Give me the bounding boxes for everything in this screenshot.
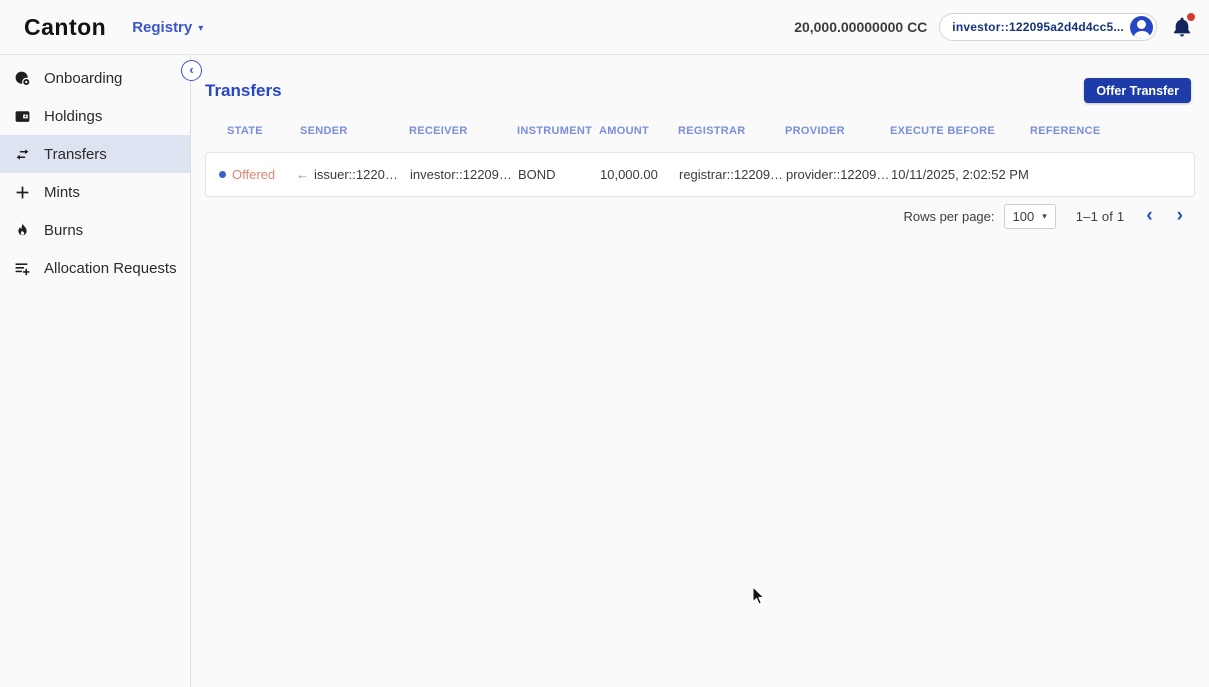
rows-per-page-label: Rows per page: [903, 208, 995, 224]
sidebar-item-burns[interactable]: Burns [0, 211, 190, 249]
cell-receiver: investor::12209… [410, 167, 512, 182]
sidebar-item-mints[interactable]: Mints [0, 173, 190, 211]
registry-label: Registry [132, 18, 193, 36]
cell-amount: 10,000.00 [600, 167, 658, 182]
sidebar-item-allocation-requests[interactable]: Allocation Requests [0, 249, 190, 287]
notification-bell-button[interactable] [1171, 13, 1195, 38]
column-header-amount: AMOUNT [599, 125, 650, 137]
cell-state: Offered [219, 167, 301, 182]
canton-logo: Canton [24, 13, 107, 40]
transfer-arrows-icon [14, 146, 31, 163]
user-party-chip[interactable]: investor::122095a2d4d4cc5... [939, 13, 1157, 41]
rows-per-page-select[interactable]: 100 ▾ [1003, 203, 1056, 229]
sidebar-label: Onboarding [44, 69, 123, 87]
chevron-down-icon: ▾ [1042, 210, 1047, 221]
sidebar-label: Holdings [44, 107, 103, 125]
page-title: Transfers [205, 81, 282, 100]
column-header-state: STATE [227, 125, 263, 137]
transfers-table-card: Offered ← issuer::1220… investor::12209…… [205, 152, 1195, 197]
main-content: Transfers Offer Transfer STATE SENDER RE… [191, 55, 1209, 687]
sender-id: issuer::1220… [314, 167, 398, 182]
sidebar-nav: Onboarding Holdings Transfers Mints Burn… [0, 55, 191, 687]
sidebar-item-transfers[interactable]: Transfers [0, 135, 190, 173]
pagination-bar: Rows per page: 100 ▾ 1–1 of 1 ‹ › [903, 201, 1185, 231]
sidebar-label: Allocation Requests [44, 259, 177, 277]
column-header-provider: PROVIDER [785, 125, 845, 137]
column-header-receiver: RECEIVER [409, 125, 468, 137]
cell-instrument: BOND [518, 167, 556, 182]
cell-registrar: registrar::12209… [679, 167, 784, 182]
user-avatar-icon [1130, 15, 1153, 39]
cell-execute-before: 10/11/2025, 2:02:52 PM [891, 167, 1029, 182]
column-header-instrument: INSTRUMENT [517, 125, 593, 137]
previous-page-button[interactable]: ‹ [1144, 206, 1154, 225]
state-label: Offered [232, 167, 276, 182]
sidebar-collapse-button[interactable]: ‹ [181, 60, 202, 81]
chevron-left-icon: ‹ [189, 62, 194, 77]
sidebar-label: Mints [44, 183, 80, 201]
list-plus-icon [14, 260, 31, 277]
rows-per-page: Rows per page: 100 ▾ [903, 203, 1056, 229]
column-header-execute-before: EXECUTE BEFORE [890, 125, 996, 137]
sidebar-item-onboarding[interactable]: Onboarding [0, 59, 190, 97]
table-row[interactable]: Offered ← issuer::1220… investor::12209…… [206, 153, 1194, 196]
sidebar-label: Transfers [44, 145, 107, 163]
offer-transfer-button[interactable]: Offer Transfer [1084, 78, 1191, 103]
sidebar-label: Burns [44, 221, 84, 239]
state-dot-icon [219, 171, 226, 178]
cell-provider: provider::12209… [786, 167, 890, 182]
cc-balance: 20,000.00000000 CC [794, 19, 928, 35]
user-party-id: investor::122095a2d4d4cc5... [952, 20, 1124, 34]
plus-icon [14, 184, 31, 201]
pagination-range: 1–1 of 1 [1075, 208, 1125, 224]
sidebar-item-holdings[interactable]: Holdings [0, 97, 190, 135]
top-bar-right: 20,000.00000000 CC investor::122095a2d4d… [794, 13, 1195, 41]
rows-per-page-value: 100 [1012, 208, 1035, 224]
flame-icon [14, 222, 31, 239]
top-bar: Canton Registry ▾ 20,000.00000000 CC inv… [0, 0, 1209, 55]
column-header-reference: REFERENCE [1030, 125, 1101, 137]
column-header-registrar: REGISTRAR [678, 125, 746, 137]
incoming-arrow-icon: ← [296, 167, 309, 182]
column-header-sender: SENDER [300, 125, 348, 137]
table-header-row: STATE SENDER RECEIVER INSTRUMENT AMOUNT … [205, 121, 1195, 141]
registry-app-selector[interactable]: Registry ▾ [132, 19, 203, 36]
wallet-icon [14, 108, 31, 125]
onboarding-icon [14, 70, 31, 87]
cell-sender: ← issuer::1220… [296, 167, 410, 182]
notification-badge [1187, 13, 1195, 21]
next-page-button[interactable]: › [1175, 206, 1185, 225]
chevron-down-icon: ▾ [198, 22, 204, 34]
